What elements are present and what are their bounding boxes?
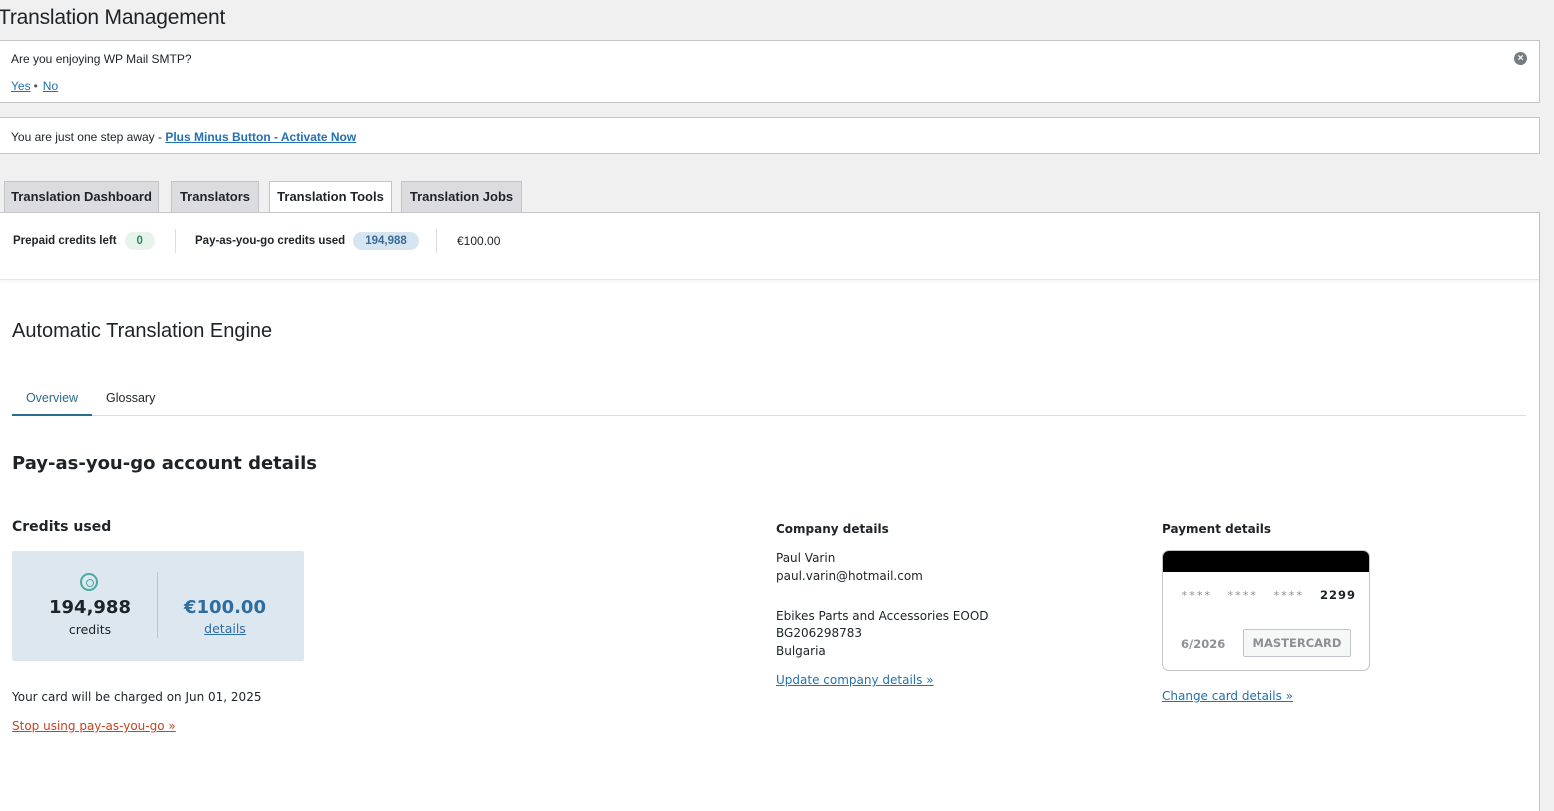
activation-prefix: You are just one step away -: [11, 130, 166, 144]
smtp-feedback-notice: Are you enjoying WP Mail SMTP? Yes • No ×: [0, 40, 1540, 103]
activate-now-link[interactable]: Plus Minus Button - Activate Now: [165, 130, 356, 144]
coin-icon: [80, 573, 98, 591]
prepaid-label: Prepaid credits left: [13, 235, 117, 247]
payg-label: Pay-as-you-go credits used: [195, 235, 346, 247]
company-details-heading: Company details: [776, 522, 889, 536]
credits-amount: €100.00: [184, 597, 266, 618]
credits-used-heading: Credits used: [12, 519, 112, 535]
stop-payg-link[interactable]: Stop using pay-as-you-go »: [12, 717, 176, 735]
card-mask-3: ****: [1273, 589, 1304, 602]
yes-link[interactable]: Yes: [11, 79, 31, 93]
engine-subtabs: Overview Glossary: [12, 389, 1526, 416]
card-mask-2: ****: [1227, 589, 1258, 602]
dismiss-icon[interactable]: ×: [1514, 52, 1527, 65]
card-expiry: 6/2026: [1181, 637, 1226, 651]
tab-translation-jobs[interactable]: Translation Jobs: [401, 181, 522, 212]
tab-translation-dashboard[interactable]: Translation Dashboard: [4, 181, 159, 212]
credits-used-box: 194,988 credits €100.00 details: [12, 551, 304, 661]
subtab-glossary[interactable]: Glossary: [106, 391, 155, 418]
credits-value: 194,988: [49, 597, 131, 618]
divider: [436, 229, 437, 253]
separator-dot: •: [33, 79, 38, 93]
card-stripe: [1163, 551, 1369, 572]
company-email: paul.varin@hotmail.com: [776, 569, 923, 583]
payg-credits: Pay-as-you-go credits used 194,988: [195, 232, 419, 250]
page-title: Translation Management: [0, 6, 226, 29]
tab-translators[interactable]: Translators: [171, 181, 259, 212]
engine-title: Automatic Translation Engine: [12, 320, 273, 342]
charge-note: Your card will be charged on Jun 01, 202…: [12, 690, 262, 704]
payg-amount: €100.00: [457, 234, 501, 248]
section-title: Pay-as-you-go account details: [12, 453, 317, 474]
company-vat: BG206298783: [776, 626, 863, 640]
translation-tools-panel: Prepaid credits left 0 Pay-as-you-go cred…: [0, 212, 1540, 811]
payment-details-heading: Payment details: [1162, 522, 1272, 536]
credits-unit: credits: [68, 622, 112, 637]
company-contact-name: Paul Varin: [776, 551, 836, 565]
card-last-digits: 2299: [1320, 588, 1357, 602]
card-brand: MASTERCARD: [1243, 629, 1351, 657]
tab-translation-tools[interactable]: Translation Tools: [269, 181, 392, 213]
change-card-link[interactable]: Change card details »: [1162, 687, 1293, 705]
no-link[interactable]: No: [43, 79, 58, 93]
card-mask-1: ****: [1181, 589, 1212, 602]
credits-summary-bar: Prepaid credits left 0 Pay-as-you-go cred…: [0, 213, 1539, 280]
notice-question: Are you enjoying WP Mail SMTP?: [11, 52, 192, 66]
prepaid-badge: 0: [124, 232, 155, 250]
update-company-link[interactable]: Update company details »: [776, 671, 934, 689]
prepaid-credits: Prepaid credits left 0: [13, 232, 155, 250]
notice-answer-links: Yes • No: [11, 79, 58, 93]
subtab-overview[interactable]: Overview: [12, 391, 92, 416]
details-link[interactable]: details: [158, 621, 292, 636]
company-name: Ebikes Parts and Accessories EOOD: [776, 609, 989, 623]
company-country: Bulgaria: [776, 644, 826, 658]
plugin-activation-notice: You are just one step away - Plus Minus …: [0, 117, 1540, 154]
activation-text: You are just one step away - Plus Minus …: [11, 130, 356, 144]
credit-card: **** **** **** 2299 6/2026 MASTERCARD: [1162, 550, 1370, 671]
payg-badge: 194,988: [353, 232, 419, 250]
divider: [175, 229, 176, 253]
